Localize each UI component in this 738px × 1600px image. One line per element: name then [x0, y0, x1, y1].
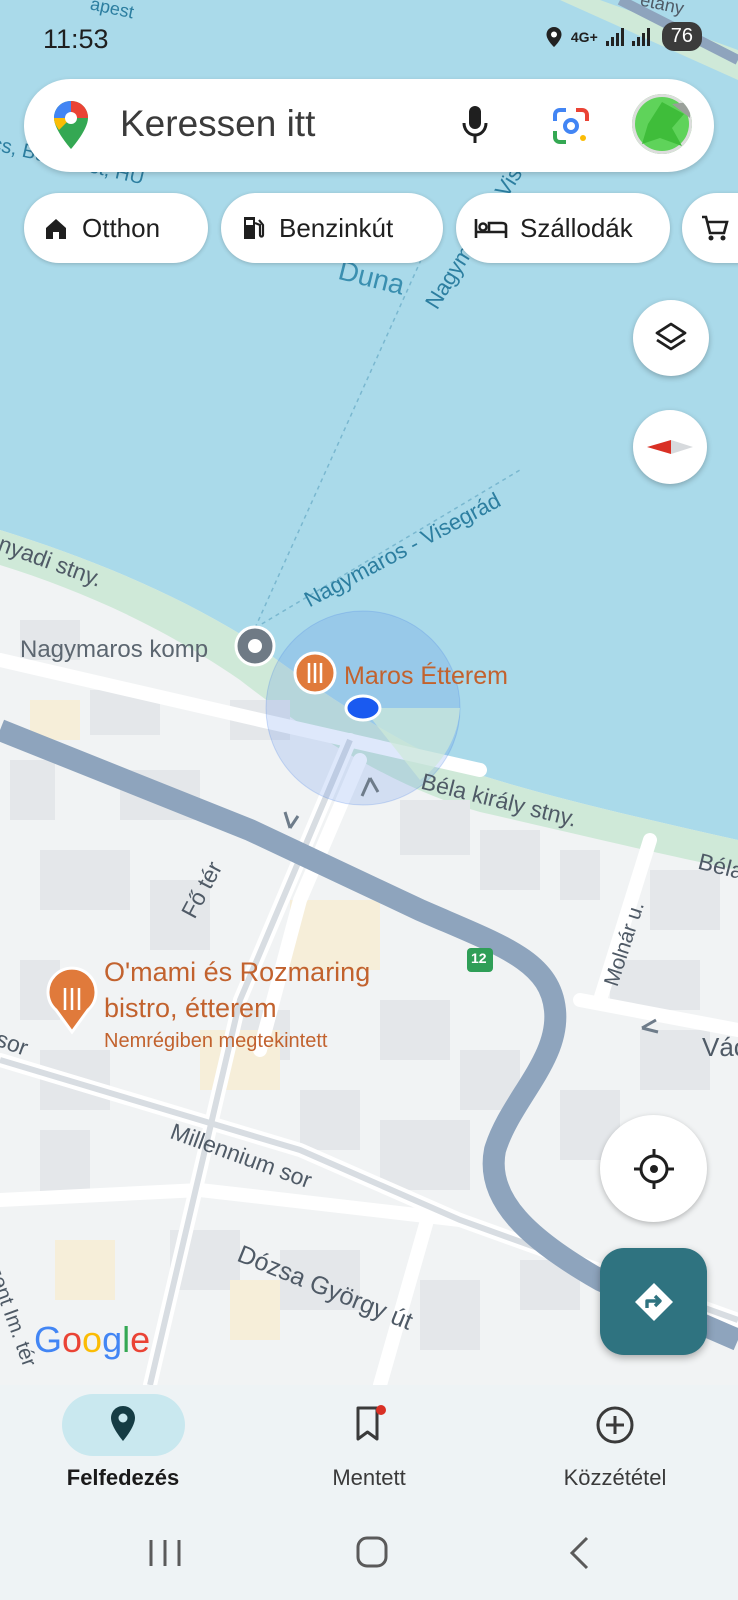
map-label-omami-line2: bistro, étterem	[104, 993, 277, 1023]
hotel-bed-icon	[474, 219, 508, 238]
shopping-cart-icon	[702, 215, 729, 241]
chip-label: Benzinkút	[279, 212, 394, 243]
layers-icon	[655, 322, 687, 351]
road-number-label: 12	[471, 950, 487, 966]
map-label-street-vac: Vác	[702, 1032, 738, 1062]
layers-button[interactable]	[633, 300, 709, 376]
map-label-omami-line1: O'mami és Rozmaring	[104, 957, 371, 987]
search-input[interactable]: Keressen itt	[120, 103, 315, 145]
back-nav-icon[interactable]	[568, 1536, 590, 1570]
compass-icon	[647, 440, 693, 454]
add-circle-icon	[596, 1406, 634, 1444]
status-icons: 4G+ 76	[545, 22, 702, 51]
chip-label: Szállodák	[520, 212, 633, 243]
chip-otthon[interactable]: Otthon	[24, 193, 208, 263]
system-navigation-bar	[0, 1500, 738, 1600]
nav-label-contribute: Közzététel	[563, 1465, 667, 1490]
home-icon	[46, 219, 66, 239]
google-lens-icon[interactable]	[552, 107, 590, 145]
chip-label: Otthon	[82, 212, 161, 243]
recent-apps-icon[interactable]	[148, 1538, 182, 1568]
restaurant-pin-icon	[293, 651, 337, 695]
avatar-image	[642, 102, 690, 146]
nav-label-explore: Felfedezés	[66, 1465, 180, 1490]
crosshair-location-icon	[633, 1148, 674, 1189]
microphone-icon[interactable]	[462, 105, 488, 145]
location-status-icon	[546, 26, 562, 47]
map-label-omami-note: Nemrégiben megtekintett	[104, 1030, 328, 1052]
ferry-pin-icon	[234, 625, 276, 667]
my-location-dot	[344, 694, 382, 722]
map-label-ferry[interactable]: Nagymaros komp	[20, 636, 208, 664]
my-location-button[interactable]	[600, 1115, 707, 1222]
account-avatar[interactable]	[632, 94, 692, 154]
compass-button[interactable]	[633, 410, 707, 484]
status-time: 11:53	[43, 24, 109, 54]
chip-benzinkut[interactable]: Benzinkút	[221, 193, 443, 263]
signal-icon	[605, 27, 650, 46]
directions-button[interactable]	[600, 1248, 707, 1355]
nav-explore[interactable]: Felfedezés	[0, 1385, 246, 1500]
status-bar: 11:53 4G+ 76	[0, 0, 738, 80]
network-type-label: 4G+	[570, 28, 598, 45]
nav-contribute[interactable]: Közzététel	[492, 1385, 738, 1500]
google-logo: Google	[34, 1319, 150, 1360]
map-label-maros-etterem[interactable]: Maros Étterem	[344, 662, 508, 691]
chip-szallodak[interactable]: Szállodák	[456, 193, 670, 263]
battery-indicator: 76	[661, 22, 702, 51]
bottom-navigation: Felfedezés Mentett Közzététel	[0, 1385, 738, 1500]
gas-station-icon	[244, 217, 265, 239]
search-bar[interactable]: Keressen itt	[24, 79, 714, 172]
directions-icon	[634, 1282, 673, 1321]
nav-saved[interactable]: Mentett	[246, 1385, 492, 1500]
bookmark-icon	[356, 1405, 386, 1441]
home-nav-icon[interactable]	[356, 1536, 388, 1568]
explore-pin-icon	[111, 1406, 135, 1441]
google-maps-logo-icon	[54, 101, 88, 149]
nav-label-saved: Mentett	[332, 1465, 406, 1490]
map-label-omami[interactable]: O'mami és Rozmaring bistro, étterem	[104, 954, 370, 1026]
